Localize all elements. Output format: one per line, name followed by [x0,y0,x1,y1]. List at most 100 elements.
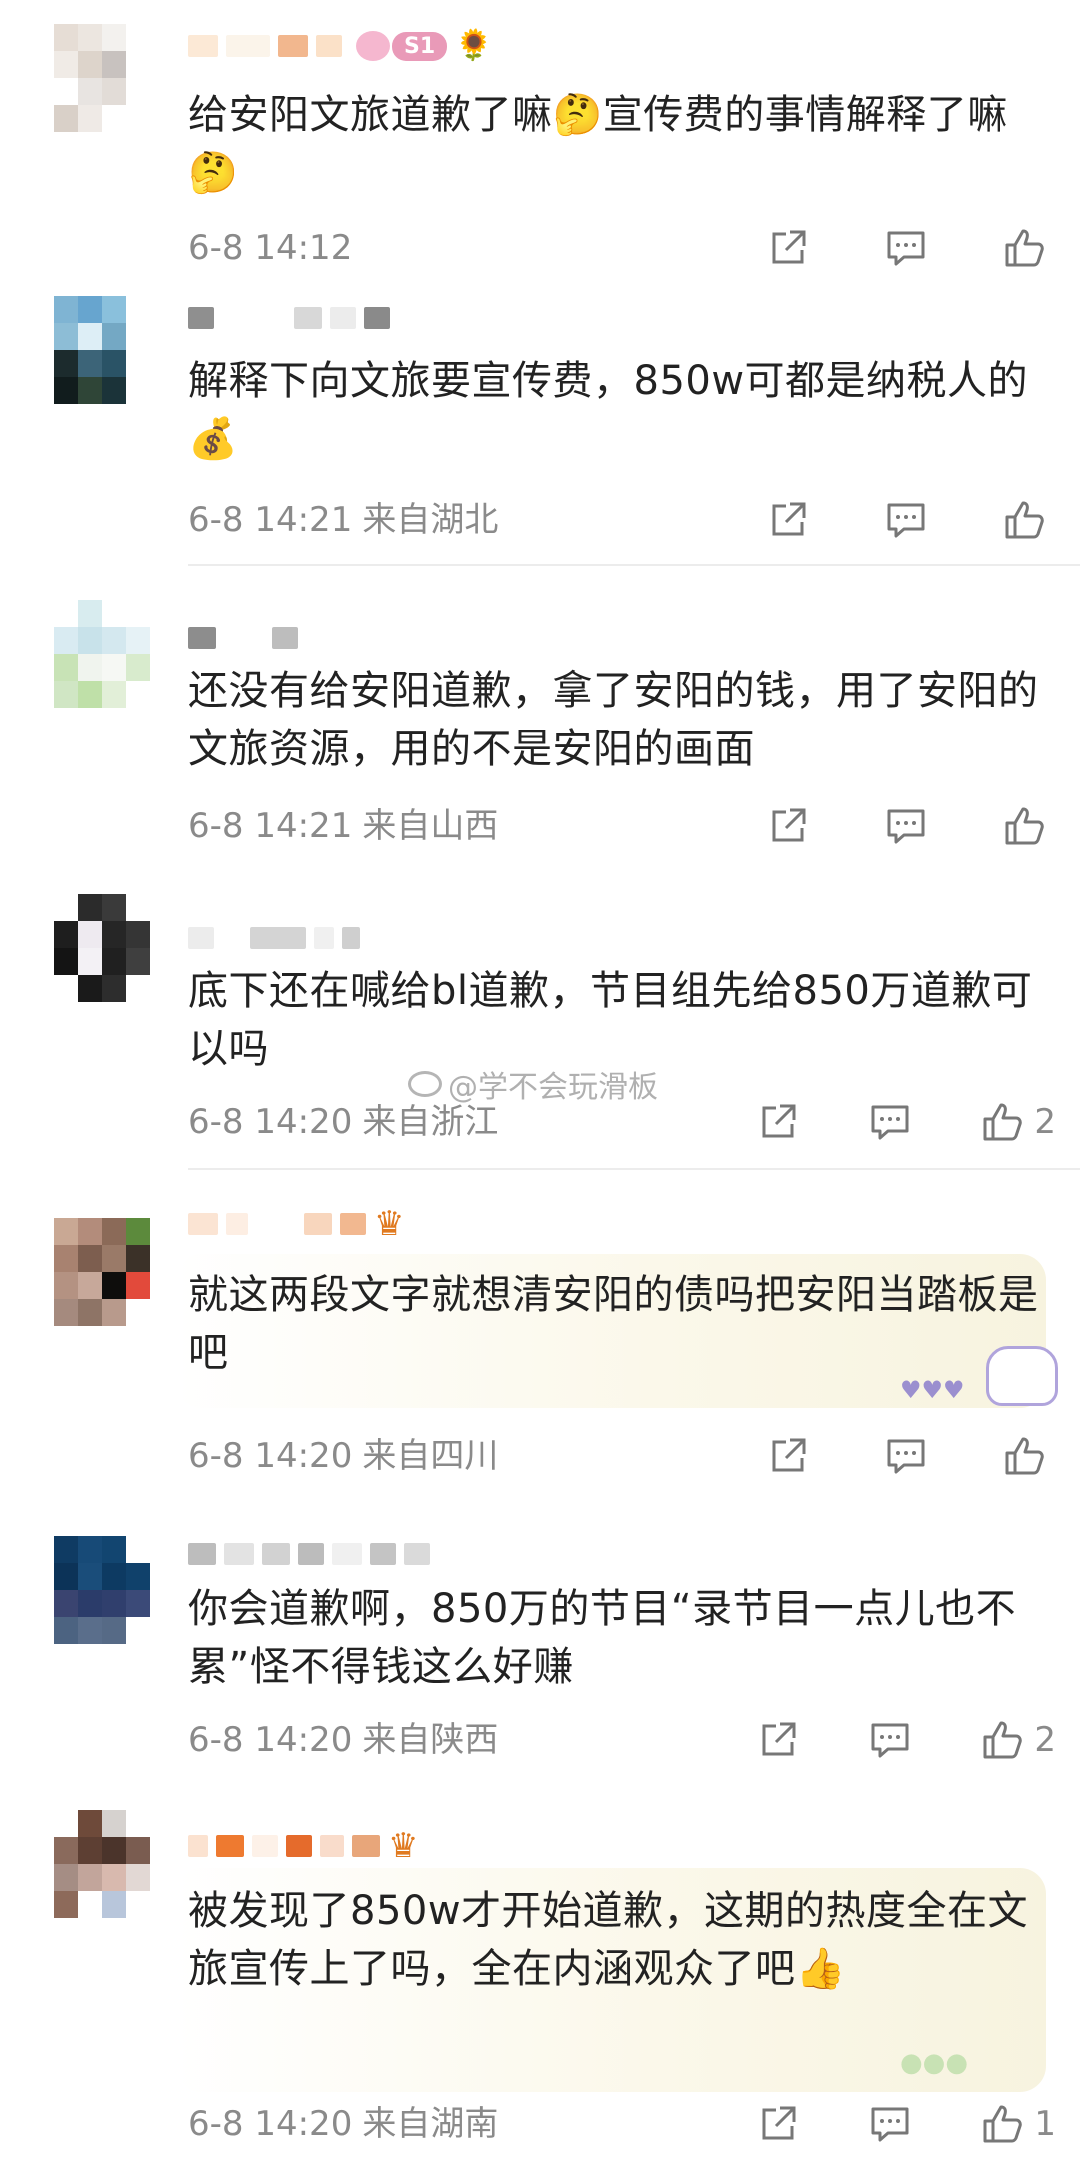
comment-time: 6-8 14:20 [188,1720,353,1760]
thumbs-up-icon [983,2105,1023,2143]
comment-location: 来自湖南 [362,2104,499,2144]
avatar[interactable] [54,1810,150,1918]
comment-item: 底下还在喊给bl道歉，节目组先给850万道歉可以吗 6-8 14:20 来自浙江 … [0,870,1080,1168]
share-button[interactable] [754,1716,802,1764]
hearts-sticker-icon: ♥♥♥ [900,1376,965,1404]
comment-item: 还没有给安阳道歉，拿了安阳的钱，用了安阳的文旅资源，用的不是安阳的画面 6-8 … [0,566,1080,870]
crown-icon: ♛ [374,1204,405,1244]
share-icon [762,2106,796,2140]
comment-icon [887,231,925,266]
comment-location: 来自湖北 [362,500,499,540]
username[interactable] [188,920,360,956]
level-badge: S1 [356,31,448,61]
comment-location: 来自山西 [362,806,499,846]
thumbs-up-icon [983,1103,1023,1141]
username[interactable] [188,300,390,336]
share-icon [772,1438,806,1472]
comment-location: 来自陕西 [362,1720,499,1760]
crown-icon: ♛ [388,1826,419,1866]
username[interactable]: ♛ [188,1828,418,1864]
bunny-sticker-icon [986,1346,1058,1406]
like-count: 1 [1034,2104,1056,2144]
comment-text: 解释下向文旅要宣传费，850w可都是纳税人的💰 [188,358,1029,462]
like-button[interactable] [1000,1432,1056,1480]
username[interactable] [188,1536,430,1572]
thumbs-up-icon [1005,501,1044,539]
comment-icon [871,1105,909,1140]
username[interactable] [188,620,298,656]
thumbs-up-icon [1005,229,1044,267]
share-button[interactable] [754,2100,802,2148]
comment-actions [764,496,1056,544]
watermark-text: @学不会玩滑板 [448,1070,658,1105]
comment-icon [887,503,925,538]
thumbs-up-icon [1005,807,1044,845]
like-button[interactable] [1000,496,1056,544]
comment-meta: 6-8 14:12 [188,228,362,268]
comment-icon [871,2107,909,2142]
avatar[interactable] [54,1536,150,1644]
comment-actions [764,802,1056,850]
comment-time: 6-8 14:20 [188,1102,353,1142]
watermark: @学不会玩滑板 [408,1062,658,1106]
comment-time: 6-8 14:20 [188,1436,353,1476]
comment-text: 就这两段文字就想清安阳的债吗把安阳当踏板是吧 [188,1272,1039,1376]
like-button[interactable]: 1 [978,2100,1056,2148]
reply-button[interactable] [882,802,930,850]
like-button[interactable]: 2 [978,1716,1056,1764]
share-button[interactable] [764,802,812,850]
comment-text: 还没有给安阳道歉，拿了安阳的钱，用了安阳的文旅资源，用的不是安阳的画面 [188,668,1039,772]
reply-button[interactable] [866,1098,914,1146]
comment-location: 来自浙江 [362,1102,499,1142]
comment-meta: 6-8 14:21 来自山西 [188,806,498,846]
like-button[interactable] [1000,224,1056,272]
comment-item: ♛ 就这两段文字就想清安阳的债吗把安阳当踏板是吧 ♥♥♥ 6-8 14:20 来自… [0,1170,1080,1484]
comment-time: 6-8 14:21 [188,500,353,540]
share-icon [772,502,806,536]
bubble-decoration-icon: ●●● [900,2048,969,2078]
username[interactable]: S1 🌻 [188,28,493,64]
share-button[interactable] [754,1098,802,1146]
share-button[interactable] [764,224,812,272]
comment-actions: 1 [754,2100,1056,2148]
avatar[interactable] [54,24,150,132]
avatar[interactable] [54,600,150,708]
thumbs-up-icon [1005,1437,1044,1475]
username[interactable]: ♛ [188,1206,404,1242]
share-icon [762,1722,796,1756]
comment-icon [887,809,925,844]
comment-text: 底下还在喊给bl道歉，节目组先给850万道歉可以吗 [188,968,1033,1072]
avatar[interactable] [54,894,150,1002]
share-button[interactable] [764,1432,812,1480]
comment-item: ♛ 被发现了850w才开始道歉，这期的热度全在文旅宣传上了吗，全在内涵观众了吧👍… [0,1790,1080,2165]
like-button[interactable]: 2 [978,1098,1056,1146]
comment-actions: 2 [754,1098,1056,1146]
comment-meta: 6-8 14:20 来自湖南 [188,2104,498,2144]
avatar[interactable] [54,296,150,404]
comment-meta: 6-8 14:20 来自浙江 [188,1102,498,1142]
comment-time: 6-8 14:20 [188,2104,353,2144]
like-count: 2 [1034,1720,1056,1760]
pig-icon [356,31,390,61]
comment-icon [871,1723,909,1758]
share-icon [762,1104,796,1138]
thumbs-up-icon [983,1721,1023,1759]
reply-button[interactable] [882,224,930,272]
comment-meta: 6-8 14:20 来自陕西 [188,1720,498,1760]
comment-meta: 6-8 14:20 来自四川 [188,1436,498,1476]
reply-button[interactable] [866,1716,914,1764]
comment-text: 给安阳文旅道歉了嘛🤔宣传费的事情解释了嘛🤔 [188,92,1008,196]
comment-time: 6-8 14:12 [188,228,353,268]
like-count: 2 [1034,1102,1056,1142]
comment-item: 你会道歉啊，850万的节目“录节目一点儿也不累”怪不得钱这么好赚 6-8 14:… [0,1484,1080,1790]
comment-text: 被发现了850w才开始道歉，这期的热度全在文旅宣传上了吗，全在内涵观众了吧👍 [188,1888,1029,1992]
comment-meta: 6-8 14:21 来自湖北 [188,500,498,540]
like-button[interactable] [1000,802,1056,850]
comment-text: 你会道歉啊，850万的节目“录节目一点儿也不累”怪不得钱这么好赚 [188,1586,1017,1690]
share-button[interactable] [764,496,812,544]
reply-button[interactable] [882,1432,930,1480]
comment-location: 来自四川 [362,1436,499,1476]
avatar[interactable] [54,1218,150,1326]
reply-button[interactable] [882,496,930,544]
reply-button[interactable] [866,2100,914,2148]
